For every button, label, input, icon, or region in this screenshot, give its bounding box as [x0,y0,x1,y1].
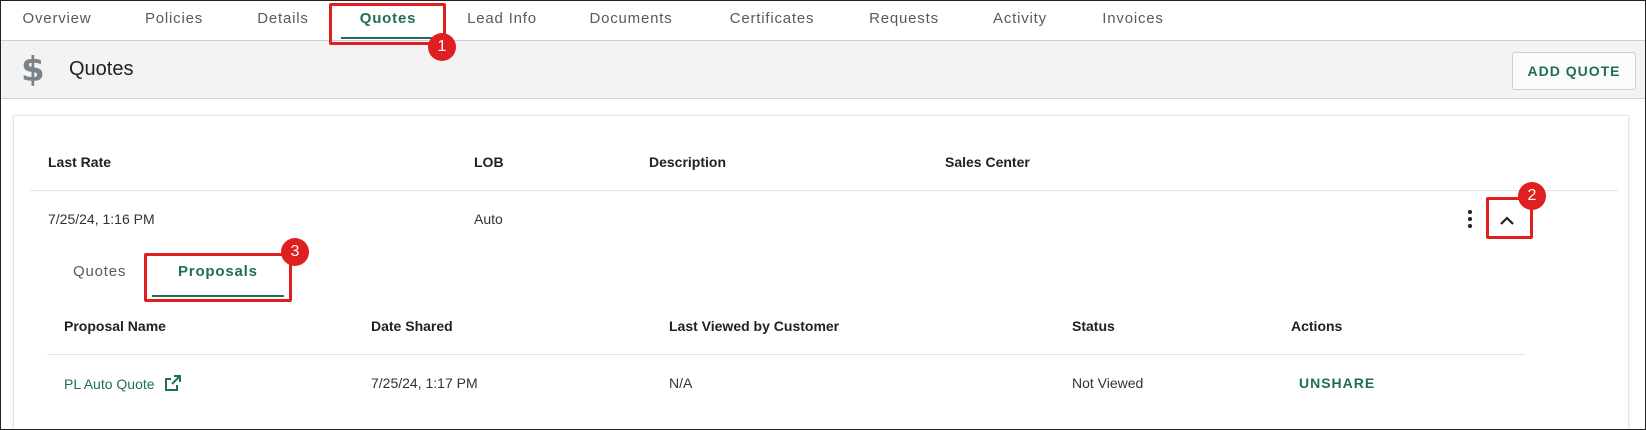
tab-lead-info[interactable]: Lead Info [459,1,545,41]
tab-policies[interactable]: Policies [135,1,213,41]
annotation-badge-1: 1 [428,33,456,61]
quotes-card: Last Rate LOB Description Sales Center 7… [13,115,1629,429]
tab-overview[interactable]: Overview [15,1,99,41]
proposal-date-shared: 7/25/24, 1:17 PM [371,375,478,391]
subtab-quotes[interactable]: Quotes [73,261,126,297]
annotation-badge-3: 3 [281,238,309,266]
dollar-icon: $ [21,50,45,90]
tab-certificates[interactable]: Certificates [719,1,825,41]
annotation-badge-2: 2 [1518,182,1546,210]
more-options-icon[interactable] [1466,210,1474,230]
column-header-date-shared: Date Shared [371,318,453,334]
column-header-sales-center: Sales Center [945,154,1030,170]
add-quote-button[interactable]: ADD QUOTE [1512,52,1636,90]
app-frame: Overview Policies Details Quotes Lead In… [0,0,1646,430]
external-link-icon[interactable] [164,374,182,392]
chevron-up-icon[interactable] [1494,208,1520,234]
column-header-actions: Actions [1291,318,1343,334]
tab-requests[interactable]: Requests [863,1,945,41]
quote-last-rate: 7/25/24, 1:16 PM [48,211,155,227]
page-title: Quotes [69,58,134,80]
column-header-last-rate: Last Rate [48,154,112,170]
column-header-status: Status [1072,318,1115,334]
tab-activity[interactable]: Activity [985,1,1055,41]
tab-details[interactable]: Details [249,1,317,41]
top-nav: Overview Policies Details Quotes Lead In… [1,1,1645,41]
quote-lob: Auto [474,211,503,227]
tab-invoices[interactable]: Invoices [1095,1,1171,41]
column-header-description: Description [649,154,727,170]
page-header: $ Quotes ADD QUOTE [1,41,1645,99]
column-header-last-viewed: Last Viewed by Customer [669,318,840,334]
proposal-last-viewed: N/A [669,375,693,391]
column-header-lob: LOB [474,154,504,170]
unshare-button[interactable]: UNSHARE [1299,375,1375,391]
tab-quotes[interactable]: Quotes [335,1,441,41]
proposal-status: Not Viewed [1072,375,1144,391]
column-header-proposal-name: Proposal Name [64,318,166,334]
tab-documents[interactable]: Documents [583,1,679,41]
divider [30,190,1618,191]
proposal-name[interactable]: PL Auto Quote [64,376,155,392]
proposal-link[interactable]: PL Auto Quote [64,374,182,392]
divider [47,354,1525,355]
subtab-proposals[interactable]: Proposals [152,261,284,297]
